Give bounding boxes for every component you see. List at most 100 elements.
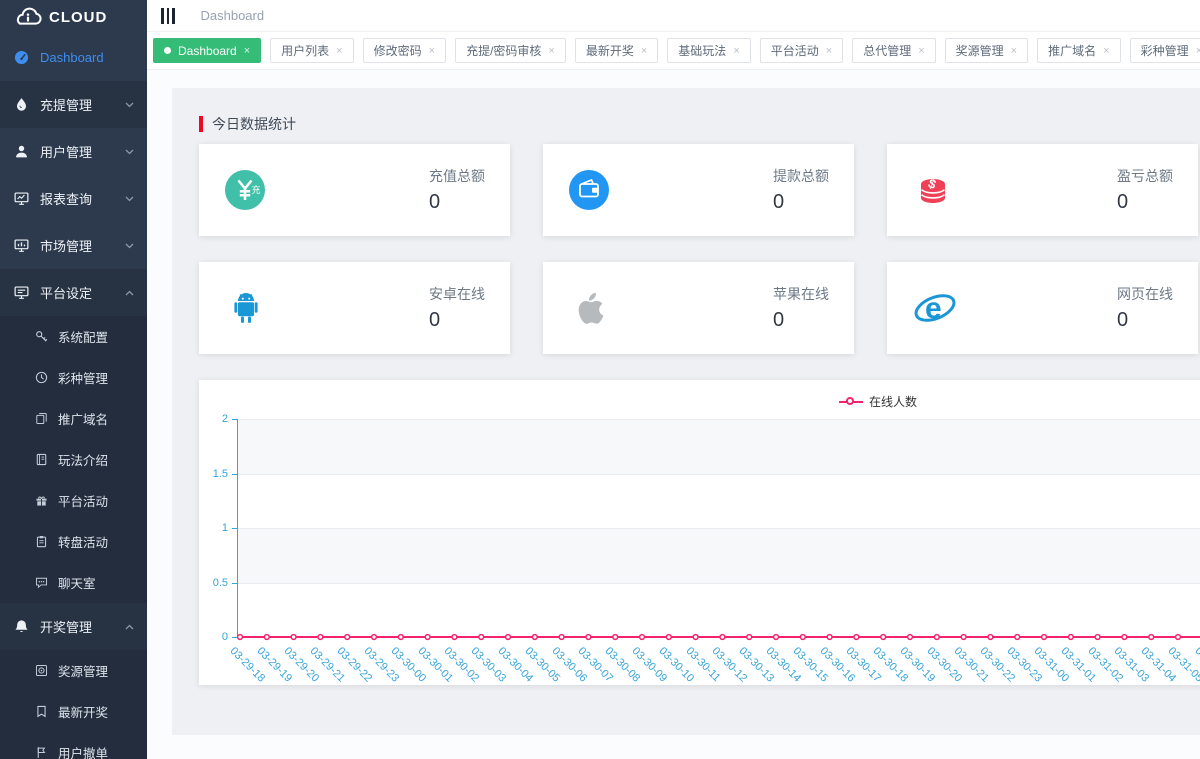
sidebar-item-user-cancel-order[interactable]: 用户撤单 xyxy=(0,732,147,759)
android-icon xyxy=(224,287,270,329)
section-title: 今日数据统计 xyxy=(199,114,1200,134)
tab-item-2[interactable]: 充提/密码审核 × xyxy=(455,38,566,63)
sidebar-item-label: 聊天室 xyxy=(58,573,96,592)
wallet-icon xyxy=(568,169,614,211)
sidebar-item-play-intro[interactable]: 玩法介绍 xyxy=(0,439,147,480)
stat-label: 苹果在线 xyxy=(773,284,829,304)
sidebar-item-label: Dashboard xyxy=(40,50,104,65)
tab-close-icon[interactable]: × xyxy=(918,45,924,57)
tab-close-icon[interactable]: × xyxy=(1196,45,1200,57)
stat-card: 充充值总额0 xyxy=(199,144,510,236)
svg-text:充: 充 xyxy=(252,184,261,195)
tab-close-icon[interactable]: × xyxy=(1103,45,1109,57)
stat-value: 0 xyxy=(1117,191,1173,214)
sidebar-item-platform-settings[interactable]: 平台设定 xyxy=(0,269,147,316)
sidebar-item-report-query[interactable]: 报表查询 xyxy=(0,175,147,222)
stat-label: 安卓在线 xyxy=(429,284,485,304)
tab-item-1[interactable]: 修改密码 × xyxy=(363,38,446,63)
submenu-draw-mgmt: 奖源管理最新开奖用户撤单 xyxy=(0,650,147,759)
sidebar-item-promo-domain[interactable]: 推广域名 xyxy=(0,398,147,439)
sidebar-item-wheel-activity[interactable]: 转盘活动 xyxy=(0,521,147,562)
sidebar-item-user-mgmt[interactable]: 用户管理 xyxy=(0,128,147,175)
chevron-down-icon xyxy=(125,196,134,202)
online-users-chart: 在线人数 21.510.5003-29-1803-29-1903-29-2003… xyxy=(199,380,1200,685)
sidebar-item-label: 用户管理 xyxy=(40,142,92,161)
sidebar-item-label: 推广域名 xyxy=(58,409,108,428)
tab-label: 充提/密码审核 xyxy=(466,42,541,59)
chevron-down-icon xyxy=(125,102,134,108)
tab-item-7[interactable]: 奖源管理 × xyxy=(945,38,1028,63)
stat-label: 充值总额 xyxy=(429,166,485,186)
tab-close-icon[interactable]: × xyxy=(548,45,554,57)
tab-close-icon[interactable]: × xyxy=(336,45,342,57)
y-axis-label: 0.5 xyxy=(213,577,228,589)
tab-item-6[interactable]: 总代管理 × xyxy=(852,38,935,63)
tab-close-icon[interactable]: × xyxy=(641,45,647,57)
banner-icon xyxy=(34,705,48,719)
section-accent-bar xyxy=(199,116,203,132)
tab-item-4[interactable]: 基础玩法 × xyxy=(667,38,750,63)
tab-label: 总代管理 xyxy=(863,42,911,59)
tab-item-3[interactable]: 最新开奖 × xyxy=(575,38,658,63)
tab-label: 基础玩法 xyxy=(678,42,726,59)
y-axis-label: 2 xyxy=(222,413,228,425)
stat-card: $盈亏总额0 xyxy=(887,144,1198,236)
tabbar: Dashboard×用户列表×修改密码×充提/密码审核×最新开奖×基础玩法×平台… xyxy=(147,32,1200,70)
tab-close-icon[interactable]: × xyxy=(429,45,435,57)
content-area: 今日数据统计 充充值总额0提款总额0$盈亏总额0安卓在线0苹果在线0e网页在线0… xyxy=(147,70,1200,759)
flag-icon xyxy=(34,746,48,759)
tab-label: 修改密码 xyxy=(374,42,422,59)
topbar: Dashboard xyxy=(147,0,1200,32)
sidebar-item-platform-activity[interactable]: 平台活动 xyxy=(0,480,147,521)
disc-icon xyxy=(34,664,48,678)
tab-item-0[interactable]: 用户列表× xyxy=(270,38,353,63)
tab-label: 彩种管理 xyxy=(1141,42,1189,59)
tab-item-9[interactable]: 彩种管理 × xyxy=(1130,38,1200,63)
online-users-line-series xyxy=(237,419,1200,643)
tab-label: 推广域名 xyxy=(1048,42,1096,59)
tab-label: 奖源管理 xyxy=(956,42,1004,59)
clock-icon xyxy=(34,371,48,385)
chart-legend-item[interactable]: 在线人数 xyxy=(839,393,917,410)
book-icon xyxy=(34,453,48,467)
sidebar-item-label: 市场管理 xyxy=(40,236,92,255)
sidebar-item-label: 用户撤单 xyxy=(58,743,108,759)
sidebar-item-dashboard[interactable]: Dashboard xyxy=(0,34,147,81)
stat-card: e网页在线0 xyxy=(887,262,1198,354)
chat-icon xyxy=(34,576,48,590)
tab-dashboard-active[interactable]: Dashboard × xyxy=(153,38,261,63)
legend-line-marker-icon xyxy=(839,397,863,407)
tab-label: Dashboard xyxy=(178,44,237,58)
stat-card: 提款总额0 xyxy=(543,144,854,236)
sidebar-item-system-config[interactable]: 系统配置 xyxy=(0,316,147,357)
tab-close-icon[interactable]: × xyxy=(826,45,832,57)
tab-close-icon[interactable]: × xyxy=(733,45,739,57)
sidebar-item-chat-room[interactable]: 聊天室 xyxy=(0,562,147,603)
section-title-text: 今日数据统计 xyxy=(212,114,296,134)
sidebar-item-label: 报表查询 xyxy=(40,189,92,208)
sidebar-item-recharge-mgmt[interactable]: 充提管理 xyxy=(0,81,147,128)
tab-label: 平台活动 xyxy=(771,42,819,59)
tab-item-5[interactable]: 平台活动 × xyxy=(760,38,843,63)
cloud-logo-icon xyxy=(13,6,43,28)
tab-close-icon[interactable]: × xyxy=(1011,45,1017,57)
platform-icon xyxy=(13,285,29,301)
stat-card: 苹果在线0 xyxy=(543,262,854,354)
tab-close-icon[interactable]: × xyxy=(244,45,250,57)
sidebar-nav: Dashboard 充提管理用户管理报表查询市场管理平台设定系统配置彩种管理推广域… xyxy=(0,34,147,759)
users-icon xyxy=(13,144,29,160)
sidebar-item-latest-draw[interactable]: 最新开奖 xyxy=(0,691,147,732)
stat-value: 0 xyxy=(1117,309,1173,332)
bell-icon xyxy=(13,619,29,635)
sidebar-item-lottery-mgmt[interactable]: 彩种管理 xyxy=(0,357,147,398)
coins-icon: $ xyxy=(912,169,958,211)
sidebar-toggle-icon[interactable] xyxy=(159,6,177,26)
sidebar-item-label: 转盘活动 xyxy=(58,532,108,551)
tab-item-8[interactable]: 推广域名 × xyxy=(1037,38,1120,63)
submenu-platform-settings: 系统配置彩种管理推广域名玩法介绍平台活动转盘活动聊天室 xyxy=(0,316,147,603)
sidebar-item-draw-mgmt[interactable]: 开奖管理 xyxy=(0,603,147,650)
sidebar-item-prize-source-mgmt[interactable]: 奖源管理 xyxy=(0,650,147,691)
tab-label: 最新开奖 xyxy=(586,42,634,59)
y-axis-label: 0 xyxy=(222,631,228,643)
sidebar-item-market-mgmt[interactable]: 市场管理 xyxy=(0,222,147,269)
